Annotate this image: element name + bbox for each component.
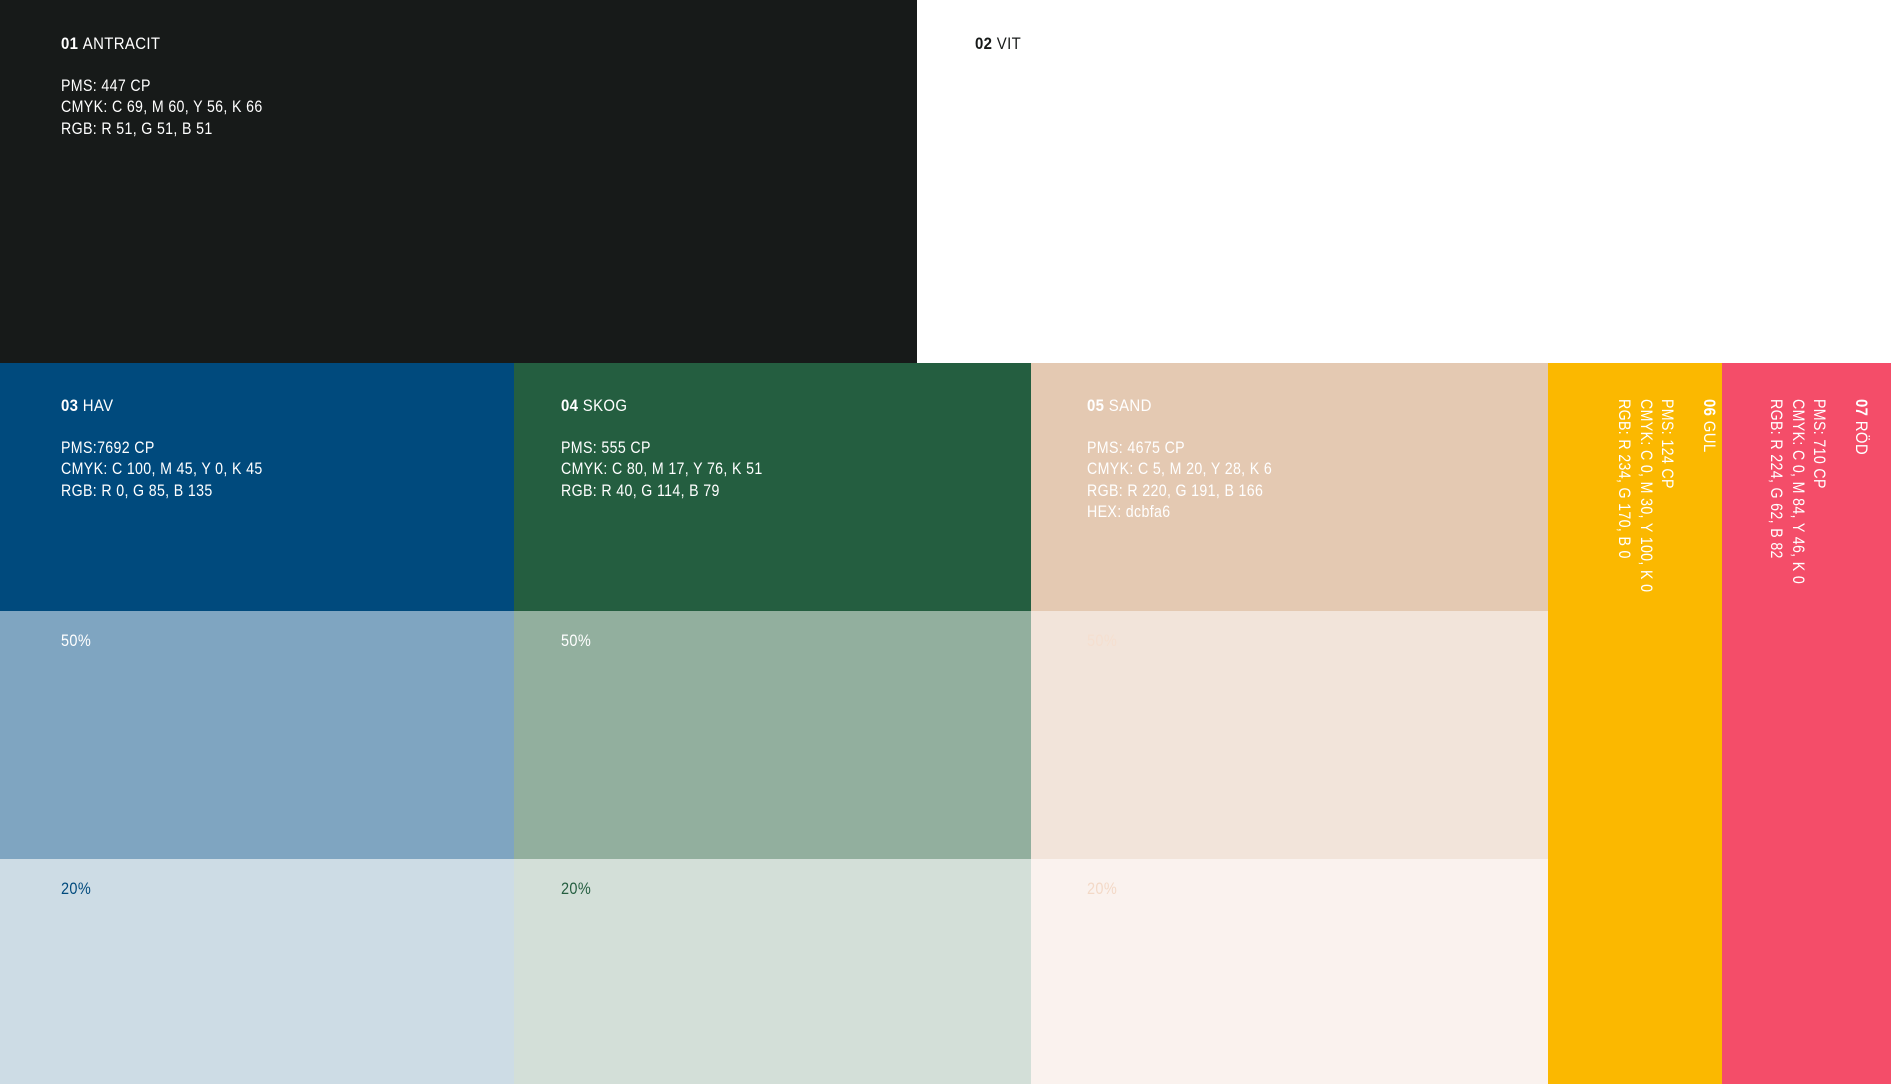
swatch-number: 07 <box>1852 399 1871 417</box>
swatch-name: VIT <box>996 34 1022 53</box>
swatch-specs: PMS: 710 CP CMYK: C 0, M 84, Y 46, K 0 R… <box>1765 399 1830 1018</box>
rgb-value: RGB: R 40, G 114, B 79 <box>561 481 720 500</box>
swatch-hav: 03 HAV PMS:7692 CP CMYK: C 100, M 45, Y 0… <box>0 363 514 611</box>
swatch-specs: PMS: 447 CP CMYK: C 69, M 60, Y 56, K 66… <box>61 76 797 141</box>
swatch-specs: PMS: 555 CP CMYK: C 80, M 17, Y 76, K 51… <box>561 438 965 503</box>
swatch-name: ANTRACIT <box>82 34 161 53</box>
tint-50-skog: 50% <box>514 611 1031 859</box>
pms-value: PMS: 4675 CP <box>1087 438 1185 457</box>
swatch-title: 01 ANTRACIT <box>61 33 814 55</box>
swatch-name: SKOG <box>582 396 628 415</box>
rgb-value: RGB: R 234, G 170, B 0 <box>1615 399 1634 559</box>
swatch-antracit: 01 ANTRACIT PMS: 447 CP CMYK: C 69, M 60,… <box>0 0 917 363</box>
swatch-number: 03 <box>61 396 79 415</box>
tint-label: 20% <box>61 880 92 898</box>
swatch-sand: 05 SAND PMS: 4675 CP CMYK: C 5, M 20, Y 2… <box>1031 363 1548 611</box>
swatch-number: 02 <box>975 34 993 53</box>
tint-label: 50% <box>561 632 592 650</box>
pms-value: PMS: 447 CP <box>61 76 151 95</box>
swatch-specs: PMS: 124 CP CMYK: C 0, M 30, Y 100, K 0 … <box>1613 399 1678 1018</box>
swatch-rod: 07 RÖD PMS: 710 CP CMYK: C 0, M 84, Y 46,… <box>1722 363 1891 1084</box>
pms-value: PMS: 124 CP <box>1658 399 1677 489</box>
cmyk-value: CMYK: C 69, M 60, Y 56, K 66 <box>61 98 263 116</box>
swatch-specs: PMS: 4675 CP CMYK: C 5, M 20, Y 28, K 6 … <box>1087 438 1483 524</box>
tint-50-hav: 50% <box>0 611 514 859</box>
swatch-gul: 06 GUL PMS: 124 CP CMYK: C 0, M 30, Y 100… <box>1548 363 1722 1084</box>
swatch-name: RÖD <box>1852 420 1871 456</box>
vertical-text-block: 06 GUL PMS: 124 CP CMYK: C 0, M 30, Y 100… <box>1548 399 1720 1084</box>
tint-20-skog: 20% <box>514 859 1031 1084</box>
swatch-skog: 04 SKOG PMS: 555 CP CMYK: C 80, M 17, Y 7… <box>514 363 1031 611</box>
tint-label: 20% <box>561 880 592 898</box>
rgb-value: RGB: R 0, G 85, B 135 <box>61 481 213 500</box>
swatch-title: 05 SAND <box>1087 395 1493 417</box>
pms-value: PMS: 710 CP <box>1810 399 1829 489</box>
swatch-title: 07 RÖD <box>1851 399 1873 1033</box>
swatch-vit: 02 VIT <box>917 0 1891 363</box>
cmyk-value: CMYK: C 5, M 20, Y 28, K 6 <box>1087 460 1273 478</box>
swatch-number: 04 <box>561 396 579 415</box>
pms-value: PMS:7692 CP <box>61 438 155 457</box>
rgb-value: RGB: R 220, G 191, B 166 <box>1087 481 1264 500</box>
swatch-number: 01 <box>61 34 79 53</box>
cmyk-value: CMYK: C 0, M 30, Y 100, K 0 <box>1637 399 1655 593</box>
swatch-title: 04 SKOG <box>561 395 975 417</box>
swatch-title: 03 HAV <box>61 395 460 417</box>
swatch-name: HAV <box>82 396 114 415</box>
swatch-name: SAND <box>1108 396 1152 415</box>
pms-value: PMS: 555 CP <box>561 438 651 457</box>
swatch-number: 06 <box>1700 399 1719 417</box>
tint-20-sand: 20% <box>1031 859 1548 1084</box>
tint-50-sand: 50% <box>1031 611 1548 859</box>
cmyk-value: CMYK: C 80, M 17, Y 76, K 51 <box>561 460 763 478</box>
hex-value: HEX: dcbfa6 <box>1087 503 1171 521</box>
swatch-title: 02 VIT <box>975 33 1781 55</box>
rgb-value: RGB: R 224, G 62, B 82 <box>1767 399 1786 559</box>
cmyk-value: CMYK: C 100, M 45, Y 0, K 45 <box>61 460 263 478</box>
tint-label: 20% <box>1087 880 1118 898</box>
swatch-specs: PMS:7692 CP CMYK: C 100, M 45, Y 0, K 45… <box>61 438 451 503</box>
swatch-number: 05 <box>1087 396 1105 415</box>
vertical-text-block: 07 RÖD PMS: 710 CP CMYK: C 0, M 84, Y 46,… <box>1722 399 1872 1084</box>
cmyk-value: CMYK: C 0, M 84, Y 46, K 0 <box>1789 399 1807 585</box>
rgb-value: RGB: R 51, G 51, B 51 <box>61 119 213 138</box>
tint-20-hav: 20% <box>0 859 514 1084</box>
tint-label: 50% <box>61 632 92 650</box>
swatch-name: GUL <box>1700 420 1719 453</box>
tint-label: 50% <box>1087 632 1118 650</box>
swatch-title: 06 GUL <box>1699 399 1721 1033</box>
